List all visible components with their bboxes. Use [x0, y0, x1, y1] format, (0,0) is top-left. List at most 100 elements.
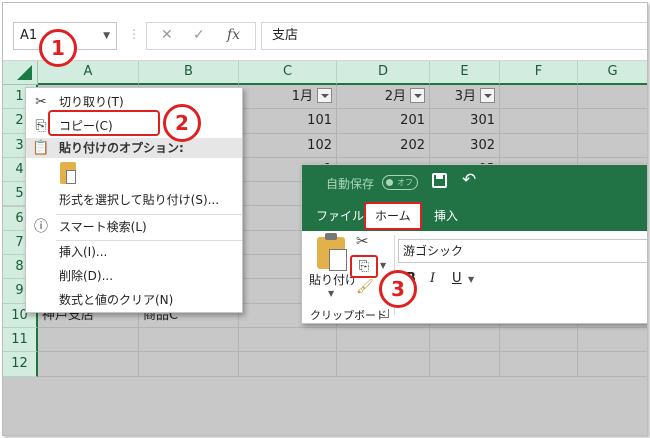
ribbon-tabs: ファイル ホーム 挿入 — [302, 201, 647, 231]
menu-item-label: 形式を選択して貼り付け(S)... — [59, 193, 220, 207]
copy-highlight-box — [48, 110, 160, 136]
column-header-f[interactable]: F — [500, 61, 578, 85]
cell[interactable]: 3月 — [430, 85, 500, 110]
cancel-icon[interactable]: ✕ — [161, 27, 173, 43]
cell[interactable] — [239, 352, 337, 377]
menu-item-label: 削除(D)... — [59, 269, 114, 283]
select-all-button[interactable] — [3, 61, 38, 85]
clipboard-icon: 📋 — [32, 140, 50, 156]
column-header-c[interactable]: C — [239, 61, 337, 85]
cell[interactable] — [430, 328, 500, 353]
undo-icon[interactable]: ↶ — [462, 170, 476, 190]
cell-value: 2月 — [384, 89, 406, 104]
dialog-launcher-icon[interactable] — [380, 309, 389, 318]
formula-bar: A1 ▼ ⋮ ✕ ✓ fx 支店 — [3, 3, 647, 61]
column-header-e[interactable]: E — [430, 61, 500, 85]
menu-item-insert[interactable]: 挿入(I)... — [26, 240, 242, 264]
cell[interactable]: 1月 — [239, 85, 337, 110]
cell-value: 3月 — [454, 89, 476, 104]
cell[interactable]: 101 — [239, 109, 337, 134]
cell[interactable] — [38, 352, 139, 377]
cell[interactable] — [500, 328, 578, 353]
cell[interactable] — [337, 328, 430, 353]
cell[interactable] — [139, 352, 239, 377]
row-header[interactable]: 12 — [3, 352, 38, 377]
copy-icon: ⎘ — [358, 259, 370, 274]
cell[interactable]: 102 — [239, 133, 337, 158]
menu-item-clear[interactable]: 数式と値のクリア(N) — [26, 288, 242, 312]
cell-value: 301 — [470, 113, 495, 129]
chevron-down-icon[interactable]: ▼ — [380, 261, 386, 270]
chevron-down-icon[interactable]: ▼ — [468, 275, 474, 284]
underline-button[interactable]: U — [452, 271, 462, 286]
cell[interactable]: 201 — [337, 109, 430, 134]
chevron-down-icon[interactable]: ▼ — [328, 289, 334, 298]
menu-item-smart-lookup[interactable]: ⓘ スマート検索(L) — [26, 215, 242, 239]
italic-button[interactable]: I — [430, 271, 435, 286]
excel-window: A1 ▼ ⋮ ✕ ✓ fx 支店 ABCDEFG 1 1月 2月 3月 2 101 201 3… — [2, 2, 648, 436]
cell[interactable] — [578, 328, 647, 353]
menu-item-delete[interactable]: 削除(D)... — [26, 264, 242, 288]
scissors-icon[interactable]: ✂ — [356, 232, 369, 250]
font-name-box[interactable]: 游ゴシック — [398, 239, 647, 263]
menu-header-paste-options: 📋 貼り付けのオプション: — [26, 138, 242, 158]
cell[interactable] — [578, 85, 647, 110]
cell-value: 302 — [470, 137, 495, 153]
tab-file[interactable]: ファイル — [316, 201, 364, 231]
filter-dropdown-icon[interactable] — [480, 88, 495, 103]
cell[interactable] — [500, 352, 578, 377]
paste-option-icon[interactable] — [60, 162, 76, 184]
paste-icon[interactable] — [317, 233, 347, 271]
row-header[interactable]: 11 — [3, 328, 38, 353]
callout-1: 1 — [39, 29, 77, 67]
cell[interactable]: 302 — [430, 133, 500, 158]
menu-item-label: 数式と値のクリア(N) — [59, 293, 174, 307]
autosave-toggle[interactable]: オフ — [382, 175, 418, 190]
cell[interactable]: 202 — [337, 133, 430, 158]
cell[interactable] — [578, 134, 647, 158]
save-icon[interactable] — [432, 173, 447, 188]
chevron-down-icon[interactable]: ▼ — [103, 23, 110, 49]
cell[interactable] — [500, 85, 578, 110]
format-painter-icon[interactable]: 🖌 — [356, 279, 374, 295]
cell[interactable] — [578, 352, 647, 377]
cell[interactable]: 2月 — [337, 85, 430, 110]
scissors-icon: ✂ — [35, 94, 47, 110]
menu-item-label: 挿入(I)... — [59, 245, 108, 259]
filter-dropdown-icon[interactable] — [317, 88, 332, 103]
menu-header-label: 貼り付けのオプション: — [59, 141, 184, 155]
enter-icon[interactable]: ✓ — [193, 27, 205, 43]
menu-item-label: 切り取り(T) — [59, 95, 124, 109]
menu-item-paste-special[interactable]: 形式を選択して貼り付け(S)... — [26, 188, 242, 212]
clipboard-group-label: クリップボード — [310, 309, 387, 322]
cell[interactable] — [500, 133, 578, 158]
title-bar: 自動保存 オフ ↶ — [302, 165, 647, 201]
menu-item-label: スマート検索(L) — [59, 220, 147, 234]
tab-insert[interactable]: 挿入 — [434, 201, 458, 231]
callout-2: 2 — [163, 104, 201, 142]
cell[interactable] — [337, 352, 430, 377]
formula-input[interactable]: 支店 — [261, 22, 647, 50]
cell[interactable] — [430, 352, 500, 377]
column-header-g[interactable]: G — [578, 61, 647, 85]
column-header-b[interactable]: B — [139, 61, 239, 85]
cell-value: 1月 — [291, 89, 313, 104]
cell-value: 202 — [400, 137, 425, 153]
cell[interactable] — [500, 109, 578, 134]
ribbon-panel: 自動保存 オフ ↶ ファイル ホーム 挿入 貼り付け ▼ ✂ ⎘ ▼ 🖌 クリッ… — [301, 164, 647, 324]
name-box-value: A1 — [20, 28, 38, 43]
insert-function-icon[interactable]: fx — [227, 27, 240, 43]
cell[interactable] — [38, 328, 139, 353]
cell-value: 102 — [307, 137, 332, 153]
cell[interactable] — [239, 328, 337, 353]
ribbon-body: 貼り付け ▼ ✂ ⎘ ▼ 🖌 クリップボード 游ゴシック B I U ▼ — [302, 231, 647, 323]
select-all-triangle-icon — [17, 65, 32, 80]
cell[interactable] — [578, 109, 647, 134]
tab-home[interactable]: ホーム — [364, 202, 422, 230]
filter-dropdown-icon[interactable] — [410, 88, 425, 103]
cell[interactable]: 301 — [430, 109, 500, 134]
cell[interactable] — [139, 328, 239, 353]
callout-3: 3 — [379, 270, 417, 308]
copy-button[interactable]: ⎘ — [350, 255, 378, 278]
column-header-d[interactable]: D — [337, 61, 430, 85]
